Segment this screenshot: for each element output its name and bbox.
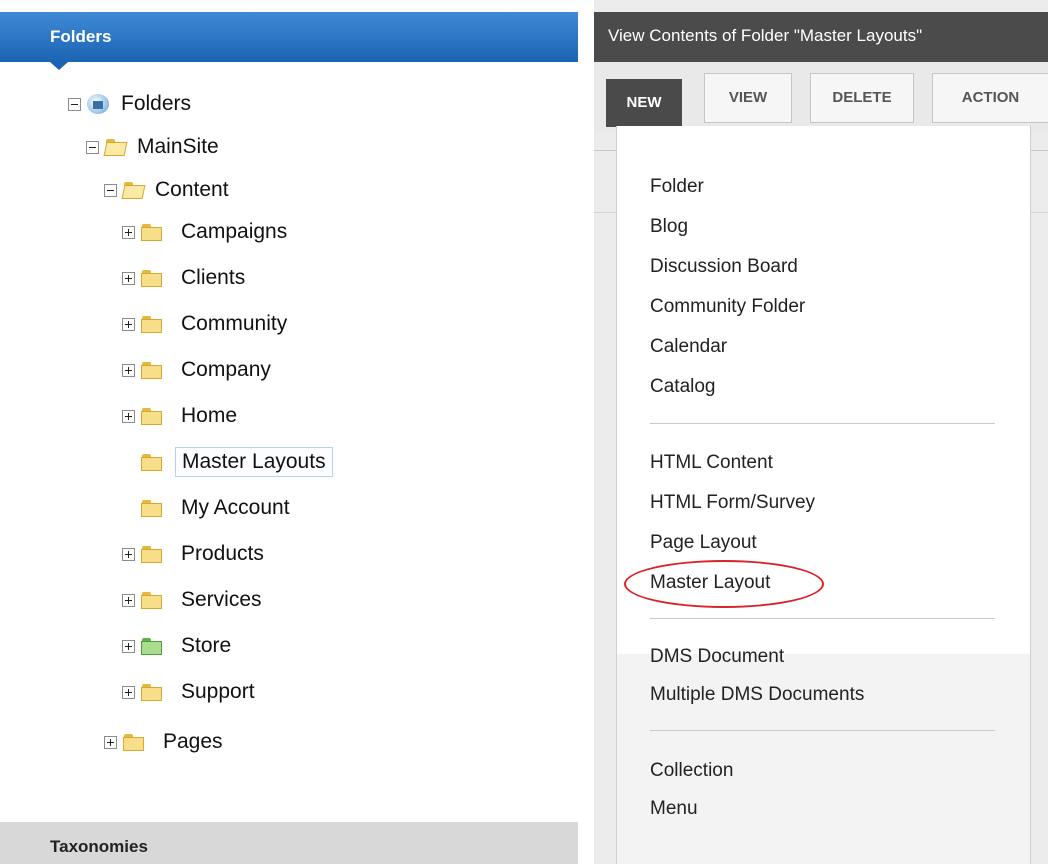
tree-node-master-layouts[interactable]: Master Layouts — [122, 444, 333, 480]
tree-node-company[interactable]: Company — [122, 352, 277, 388]
menu-item-blog[interactable]: Blog — [650, 216, 688, 238]
tree-node-products[interactable]: Products — [122, 536, 270, 572]
header-pointer — [50, 62, 68, 70]
tree-node-mainsite[interactable]: MainSite — [86, 129, 225, 165]
new-dropdown-menu: Folder Blog Discussion Board Community F… — [616, 126, 1031, 864]
tree-node-home[interactable]: Home — [122, 398, 243, 434]
collapse-icon[interactable] — [86, 140, 99, 154]
folder-icon — [141, 223, 163, 241]
expand-icon[interactable] — [122, 363, 135, 377]
tree-label-selected[interactable]: Master Layouts — [175, 447, 333, 477]
home-folder-icon — [87, 94, 109, 114]
new-button[interactable]: NEW — [606, 79, 682, 127]
store-folder-icon — [141, 637, 163, 655]
content-title: View Contents of Folder "Master Layouts" — [608, 26, 923, 45]
tree-node-community[interactable]: Community — [122, 306, 293, 342]
expand-icon[interactable] — [122, 317, 135, 331]
tree-label[interactable]: Pages — [157, 728, 229, 756]
menu-separator — [650, 730, 995, 731]
tree-label[interactable]: Home — [175, 402, 243, 430]
tree-label[interactable]: Support — [175, 678, 261, 706]
collapse-icon[interactable] — [104, 183, 117, 197]
menu-item-menu[interactable]: Menu — [650, 798, 698, 820]
menu-item-html-form-survey[interactable]: HTML Form/Survey — [650, 492, 815, 514]
open-folder-icon — [103, 138, 128, 156]
menu-item-calendar[interactable]: Calendar — [650, 336, 727, 358]
collapse-icon[interactable] — [68, 97, 81, 111]
folders-panel: Folders Folders MainSite Content Campaig… — [0, 0, 578, 864]
folder-icon — [123, 733, 145, 751]
expand-icon[interactable] — [122, 685, 135, 699]
tree-node-store[interactable]: Store — [122, 628, 237, 664]
menu-item-multiple-dms-documents[interactable]: Multiple DMS Documents — [650, 684, 864, 706]
content-title-bar: View Contents of Folder "Master Layouts" — [594, 12, 1048, 62]
folder-icon — [141, 361, 163, 379]
tree-label[interactable]: Store — [175, 632, 237, 660]
folder-icon — [141, 591, 163, 609]
open-folder-icon — [121, 181, 146, 199]
tree-label[interactable]: Products — [175, 540, 270, 568]
tree-label[interactable]: MainSite — [131, 133, 225, 161]
menu-item-page-layout[interactable]: Page Layout — [650, 532, 757, 554]
tree-label[interactable]: Company — [175, 356, 277, 384]
folder-icon — [141, 545, 163, 563]
menu-item-dms-document[interactable]: DMS Document — [650, 646, 784, 668]
expand-icon[interactable] — [122, 639, 135, 653]
tree-node-support[interactable]: Support — [122, 674, 261, 710]
expand-icon[interactable] — [122, 225, 135, 239]
expand-icon[interactable] — [122, 547, 135, 561]
folder-icon — [141, 315, 163, 333]
folders-header-label: Folders — [50, 27, 112, 46]
tree-node-folders-root[interactable]: Folders — [68, 86, 197, 122]
expand-icon[interactable] — [122, 593, 135, 607]
tree-node-my-account[interactable]: My Account — [122, 490, 296, 526]
taxonomies-header[interactable]: Taxonomies — [0, 822, 578, 864]
taxonomies-label: Taxonomies — [50, 837, 148, 856]
tree-node-content[interactable]: Content — [104, 172, 235, 208]
menu-separator — [650, 423, 995, 424]
action-button[interactable]: ACTION — [932, 73, 1048, 123]
tree-label[interactable]: Community — [175, 310, 293, 338]
menu-item-collection[interactable]: Collection — [650, 760, 733, 782]
tree-node-pages[interactable]: Pages — [104, 724, 229, 760]
tree-node-services[interactable]: Services — [122, 582, 268, 618]
tree-label[interactable]: My Account — [175, 494, 296, 522]
menu-item-community-folder[interactable]: Community Folder — [650, 296, 805, 318]
menu-item-folder[interactable]: Folder — [650, 176, 704, 198]
tree-label[interactable]: Clients — [175, 264, 251, 292]
tree-node-campaigns[interactable]: Campaigns — [122, 214, 293, 250]
expand-icon[interactable] — [122, 271, 135, 285]
menu-separator — [650, 618, 995, 619]
tree-label[interactable]: Folders — [115, 90, 197, 118]
tree-label[interactable]: Content — [149, 176, 235, 204]
view-button[interactable]: VIEW — [704, 73, 792, 123]
menu-item-discussion-board[interactable]: Discussion Board — [650, 256, 798, 278]
folder-icon — [141, 683, 163, 701]
tree-label[interactable]: Services — [175, 586, 268, 614]
menu-item-html-content[interactable]: HTML Content — [650, 452, 773, 474]
highlight-circle — [624, 560, 824, 608]
folder-icon — [141, 499, 163, 517]
folders-header[interactable]: Folders — [0, 12, 578, 70]
expand-icon[interactable] — [122, 409, 135, 423]
tree-node-clients[interactable]: Clients — [122, 260, 251, 296]
menu-item-catalog[interactable]: Catalog — [650, 376, 716, 398]
delete-button[interactable]: DELETE — [810, 73, 914, 123]
tree-label[interactable]: Campaigns — [175, 218, 293, 246]
folder-icon — [141, 407, 163, 425]
folder-icon — [141, 453, 163, 471]
expand-icon[interactable] — [104, 735, 117, 749]
folder-icon — [141, 269, 163, 287]
